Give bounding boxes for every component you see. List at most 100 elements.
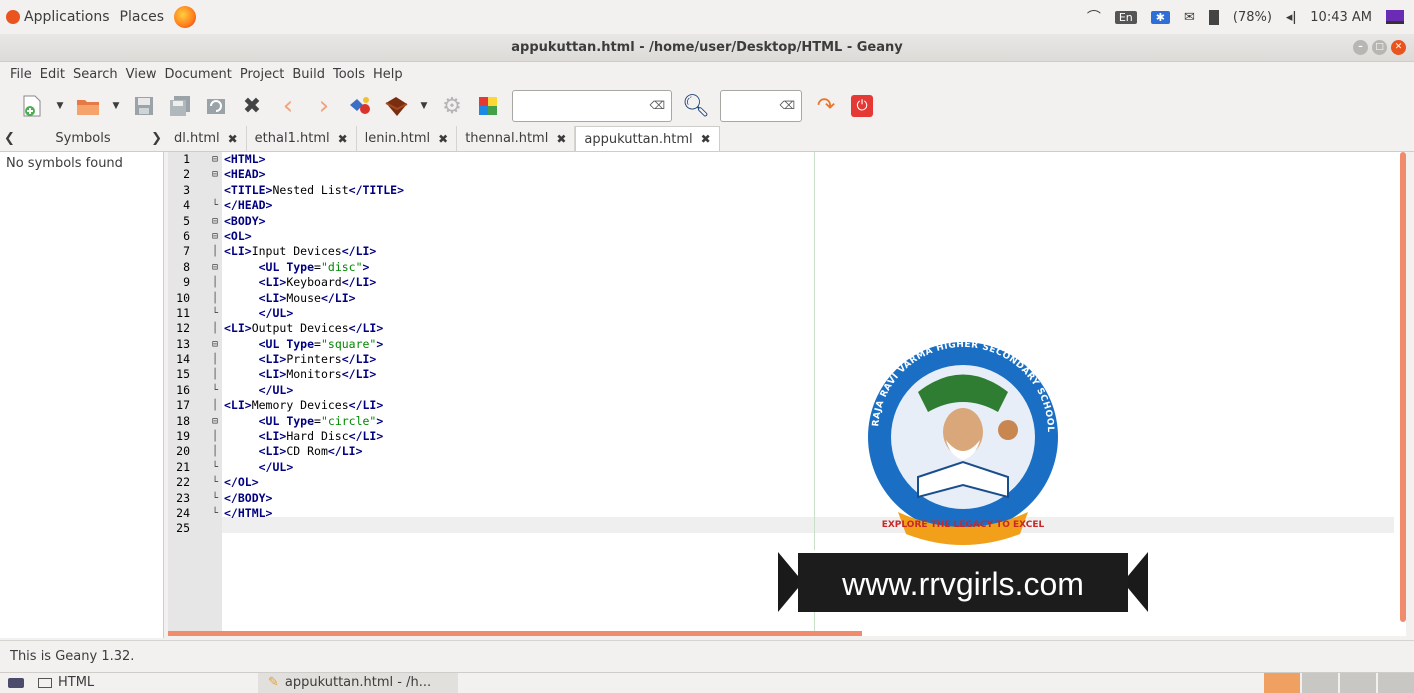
sidebar-next-icon[interactable]: ❯: [151, 131, 162, 146]
new-file-dropdown-icon[interactable]: ▼: [50, 91, 70, 121]
save-all-icon[interactable]: [162, 91, 198, 121]
menu-help[interactable]: Help: [373, 67, 403, 82]
code-line: 6 ⊟ <OL>: [168, 229, 1406, 244]
fold-marker-icon[interactable]: ⊟: [212, 414, 224, 429]
menu-search[interactable]: Search: [73, 67, 118, 82]
fold-marker-icon[interactable]: ⊟: [212, 167, 224, 182]
open-file-icon[interactable]: [70, 91, 106, 121]
window-title: appukuttan.html - /home/user/Desktop/HTM…: [511, 40, 903, 55]
tab-close-icon[interactable]: ✖: [701, 132, 711, 146]
menu-view[interactable]: View: [126, 67, 157, 82]
taskbar-item-html[interactable]: HTML: [38, 675, 258, 690]
close-icon[interactable]: ✕: [1391, 40, 1406, 55]
forward-icon[interactable]: ›: [306, 91, 342, 121]
bluetooth-icon[interactable]: ✱: [1150, 10, 1170, 24]
tab-label: lenin.html: [364, 131, 431, 146]
clear-goto-icon[interactable]: ⌫: [779, 99, 795, 112]
compile-icon[interactable]: [342, 91, 378, 121]
sidebar-tabs: ❮ Symbols ❯: [0, 126, 166, 151]
clear-search-icon[interactable]: ⌫: [649, 99, 665, 112]
line-number: 13: [176, 336, 190, 351]
menu-build[interactable]: Build: [292, 67, 325, 82]
code-text: <OL>: [224, 228, 252, 243]
applications-menu[interactable]: Applications: [6, 9, 110, 25]
fold-marker-icon: │: [212, 369, 219, 381]
mail-icon[interactable]: ✉: [1184, 10, 1195, 25]
tab-dl[interactable]: dl.html ✖: [166, 126, 247, 151]
workspace-switcher[interactable]: [1264, 672, 1414, 693]
taskbar-item-geany[interactable]: ✎ appukuttan.html - /h...: [258, 672, 458, 693]
open-file-dropdown-icon[interactable]: ▼: [106, 91, 126, 121]
tab-row: ❮ Symbols ❯ dl.html ✖ ethal1.html ✖ lenin.ht…: [0, 126, 1414, 152]
clock[interactable]: 10:43 AM: [1310, 10, 1372, 25]
tab-symbols[interactable]: Symbols: [55, 131, 110, 146]
fold-marker-icon[interactable]: ⊟: [212, 260, 224, 275]
menu-file[interactable]: File: [10, 67, 32, 82]
logo-banner-text: www.rrvgirls.com: [841, 566, 1084, 602]
line-number: 8: [183, 259, 190, 274]
horizontal-scrollbar[interactable]: [168, 631, 862, 636]
fold-marker-icon[interactable]: ⊟: [212, 152, 224, 167]
battery-icon[interactable]: [1208, 9, 1219, 25]
workspace-4[interactable]: [1378, 672, 1414, 693]
menu-tools[interactable]: Tools: [333, 67, 365, 82]
fold-marker-icon[interactable]: ⊟: [212, 337, 224, 352]
code-editor[interactable]: 1 ⊟ <HTML> 2 ⊟ <HEAD> 3 <TITLE>Nested List</TIT…: [168, 152, 1406, 636]
maximize-icon[interactable]: □: [1372, 40, 1387, 55]
tab-thennal[interactable]: thennal.html ✖: [457, 126, 576, 151]
menu-document[interactable]: Document: [164, 67, 231, 82]
menu-project[interactable]: Project: [240, 67, 284, 82]
goto-line-input[interactable]: ⌫: [720, 90, 802, 122]
tab-close-icon[interactable]: ✖: [228, 132, 238, 146]
ubuntu-logo-icon: [6, 10, 20, 24]
show-desktop-icon[interactable]: [8, 677, 24, 688]
menu-edit[interactable]: Edit: [40, 67, 65, 82]
tab-close-icon[interactable]: ✖: [556, 132, 566, 146]
new-file-icon[interactable]: [14, 91, 50, 121]
find-icon[interactable]: 🔍︎: [678, 91, 714, 121]
line-number: 19: [176, 429, 190, 444]
firefox-icon[interactable]: [174, 6, 197, 28]
quit-icon[interactable]: ⏻: [844, 91, 880, 121]
keyboard-layout-indicator[interactable]: En: [1114, 10, 1137, 24]
build-icon[interactable]: [378, 91, 414, 121]
line-number: 18: [176, 413, 190, 428]
workspace-2[interactable]: [1302, 672, 1338, 693]
tab-appukuttan[interactable]: appukuttan.html ✖: [575, 126, 720, 151]
sidebar-prev-icon[interactable]: ❮: [4, 131, 15, 146]
tab-close-icon[interactable]: ✖: [438, 132, 448, 146]
fold-marker-icon: └: [212, 507, 219, 519]
wifi-icon[interactable]: ⌒: [1087, 7, 1101, 27]
volume-icon[interactable]: ◂ǀ: [1286, 10, 1296, 25]
line-number: 17: [176, 398, 190, 413]
close-file-icon[interactable]: ✖: [234, 91, 270, 121]
save-icon[interactable]: [126, 91, 162, 121]
workspace-1[interactable]: [1264, 672, 1300, 693]
places-menu[interactable]: Places: [120, 9, 165, 25]
tab-lenin[interactable]: lenin.html ✖: [357, 126, 458, 151]
line-number: 10: [176, 290, 190, 305]
line-number: 12: [176, 321, 190, 336]
session-menu-icon[interactable]: [1386, 10, 1404, 24]
code-text: <UL Type="square">: [258, 336, 384, 351]
tab-close-icon[interactable]: ✖: [338, 132, 348, 146]
vertical-scrollbar[interactable]: [1400, 152, 1406, 622]
logo-ribbon-text: EXPLORE THE LEGACY TO EXCEL: [882, 520, 1045, 530]
window-titlebar[interactable]: appukuttan.html - /home/user/Desktop/HTM…: [0, 34, 1414, 62]
battery-level: (78%): [1232, 9, 1272, 25]
minimize-icon[interactable]: –: [1353, 40, 1368, 55]
color-chooser-icon[interactable]: [470, 91, 506, 121]
status-message: This is Geany 1.32.: [10, 649, 135, 664]
preferences-icon[interactable]: ⚙: [434, 91, 470, 121]
workspace-3[interactable]: [1340, 672, 1376, 693]
line-number: 22: [176, 475, 190, 490]
taskbar: HTML ✎ appukuttan.html - /h...: [0, 672, 1414, 693]
revert-icon[interactable]: [198, 91, 234, 121]
search-input[interactable]: ⌫: [512, 90, 672, 122]
back-icon[interactable]: ‹: [270, 91, 306, 121]
fold-marker-icon[interactable]: ⊟: [212, 229, 224, 244]
build-dropdown-icon[interactable]: ▼: [414, 91, 434, 121]
goto-line-icon[interactable]: ↷: [808, 91, 844, 121]
tab-ethal1[interactable]: ethal1.html ✖: [247, 126, 357, 151]
fold-marker-icon[interactable]: ⊟: [212, 214, 224, 229]
